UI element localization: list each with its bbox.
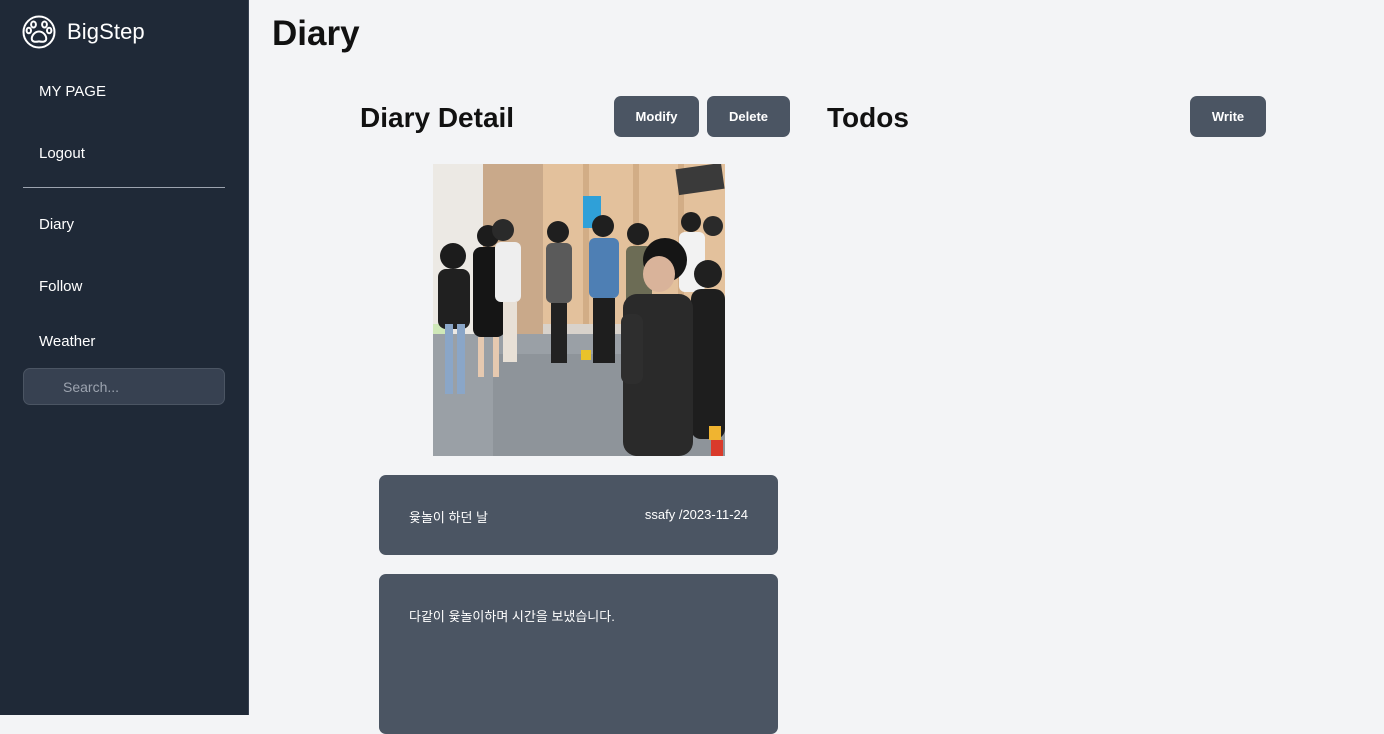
delete-button[interactable]: Delete [707, 96, 790, 137]
sidebar-item-follow[interactable]: Follow [39, 278, 82, 295]
diary-meta: ssafy /2023-11-24 [644, 507, 748, 522]
sidebar-divider [23, 187, 225, 188]
diary-content: 다같이 윷놀이하며 시간을 보냈습니다. [409, 609, 615, 624]
search-box [23, 368, 225, 405]
group-photo-image [433, 164, 725, 456]
search-input[interactable] [24, 369, 224, 404]
diary-photo [433, 164, 725, 456]
sidebar-item-diary[interactable]: Diary [39, 216, 74, 233]
brand[interactable]: BigStep [22, 14, 145, 50]
sidebar-item-logout[interactable]: Logout [39, 145, 85, 162]
modify-button[interactable]: Modify [614, 96, 699, 137]
write-button[interactable]: Write [1190, 96, 1266, 137]
sidebar-item-my-page[interactable]: MY PAGE [39, 83, 106, 100]
brand-name: BigStep [67, 19, 145, 44]
diary-title: 윷놀이 하던 날 [409, 510, 488, 525]
page-title: Diary [272, 14, 360, 53]
sidebar-item-weather[interactable]: Weather [39, 333, 95, 350]
diary-detail-heading: Diary Detail [360, 102, 515, 133]
diary-content-card: 다같이 윷놀이하며 시간을 보냈습니다. [379, 574, 778, 734]
diary-title-card: 윷놀이 하던 날 ssafy /2023-11-24 [379, 475, 778, 555]
todos-heading: Todos [827, 102, 909, 133]
sidebar: BigStep MY PAGE Logout Diary Follow Weat… [0, 0, 249, 715]
paw-icon [22, 15, 56, 49]
